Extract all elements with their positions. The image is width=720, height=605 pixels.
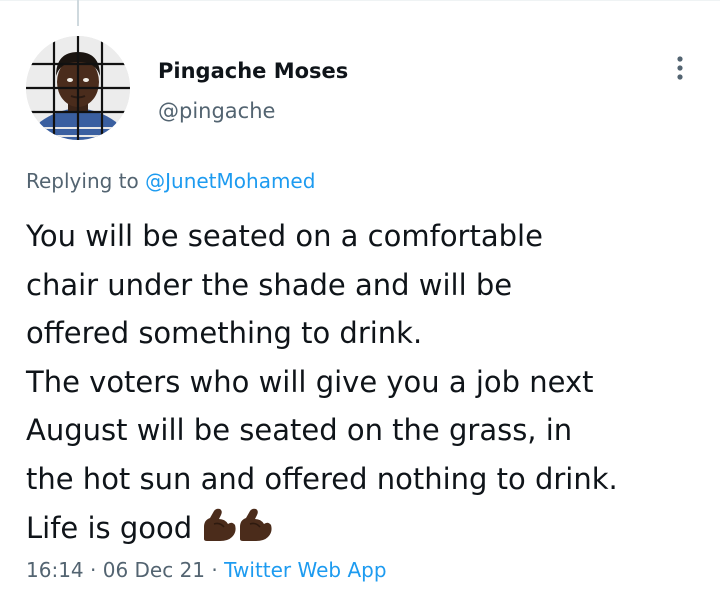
author-display-name[interactable]: Pingache Moses — [158, 56, 348, 86]
avatar-image — [26, 36, 130, 140]
tweet-source-link[interactable]: Twitter Web App — [224, 558, 386, 582]
meta-separator: · — [211, 558, 218, 582]
tweet-text: You will be seated on a comfortable chai… — [26, 212, 716, 556]
tweet-line: You will be seated on a comfortable — [26, 219, 543, 253]
more-options-button[interactable] — [662, 50, 698, 86]
author-block: Pingache Moses @pingache — [158, 56, 348, 126]
flexed-biceps-emoji-icon — [237, 508, 273, 557]
tweet-metadata: 16:14 · 06 Dec 21 · Twitter Web App — [26, 556, 387, 584]
more-vertical-icon — [677, 56, 683, 80]
flexed-biceps-emoji-icon — [201, 508, 237, 557]
author-handle[interactable]: @pingache — [158, 96, 348, 126]
tweet-line-text: Life is good — [26, 510, 193, 545]
tweet-line: offered something to drink. — [26, 316, 423, 351]
avatar[interactable] — [26, 36, 130, 140]
tweet-line-last: Life is good — [26, 504, 716, 557]
tweet-date[interactable]: 06 Dec 21 — [103, 558, 205, 582]
reply-mention-link[interactable]: @JunetMohamed — [145, 169, 315, 193]
replying-to-label: Replying to — [26, 169, 139, 193]
tweet-line: August will be seated on the grass, in — [26, 413, 573, 448]
tweet-time[interactable]: 16:14 — [26, 558, 84, 582]
meta-separator: · — [90, 558, 97, 582]
tweet-line: the hot sun and offered nothing to drink… — [26, 461, 618, 496]
tweet-line: The voters who will give you a job next — [26, 364, 594, 399]
tweet-line: chair under the shade and will be — [26, 267, 513, 302]
replying-to-line: Replying to @JunetMohamed — [26, 167, 315, 195]
top-divider — [0, 0, 720, 1]
thread-connector-line — [77, 0, 79, 26]
